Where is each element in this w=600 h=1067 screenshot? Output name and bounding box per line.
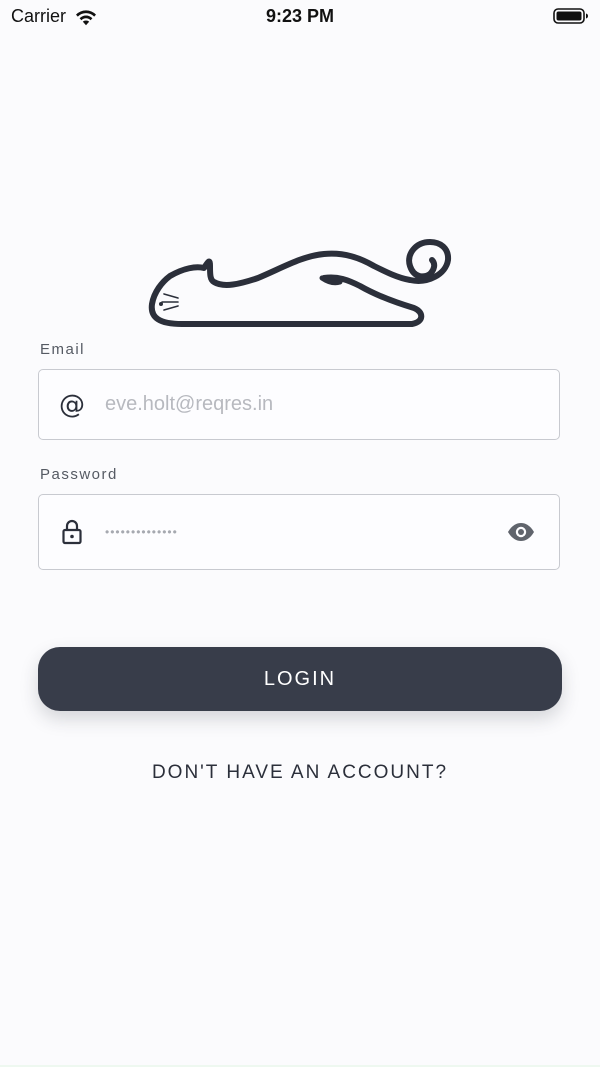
signup-link[interactable]: DON'T HAVE AN ACCOUNT? — [0, 762, 600, 784]
eye-icon[interactable] — [507, 522, 535, 542]
at-icon: @ — [59, 389, 85, 420]
password-field[interactable] — [38, 494, 560, 570]
login-button[interactable]: LOGIN — [38, 647, 562, 711]
password-label: Password — [40, 466, 118, 483]
status-bar: Carrier 9:23 PM — [0, 0, 600, 34]
password-input[interactable] — [105, 495, 505, 569]
email-input[interactable] — [105, 370, 505, 439]
email-field[interactable]: @ — [38, 369, 560, 440]
status-time: 9:23 PM — [265, 6, 335, 26]
email-label: Email — [40, 341, 86, 358]
battery-icon — [553, 8, 588, 24]
lock-icon — [58, 518, 86, 546]
cat-logo-icon — [148, 239, 452, 327]
